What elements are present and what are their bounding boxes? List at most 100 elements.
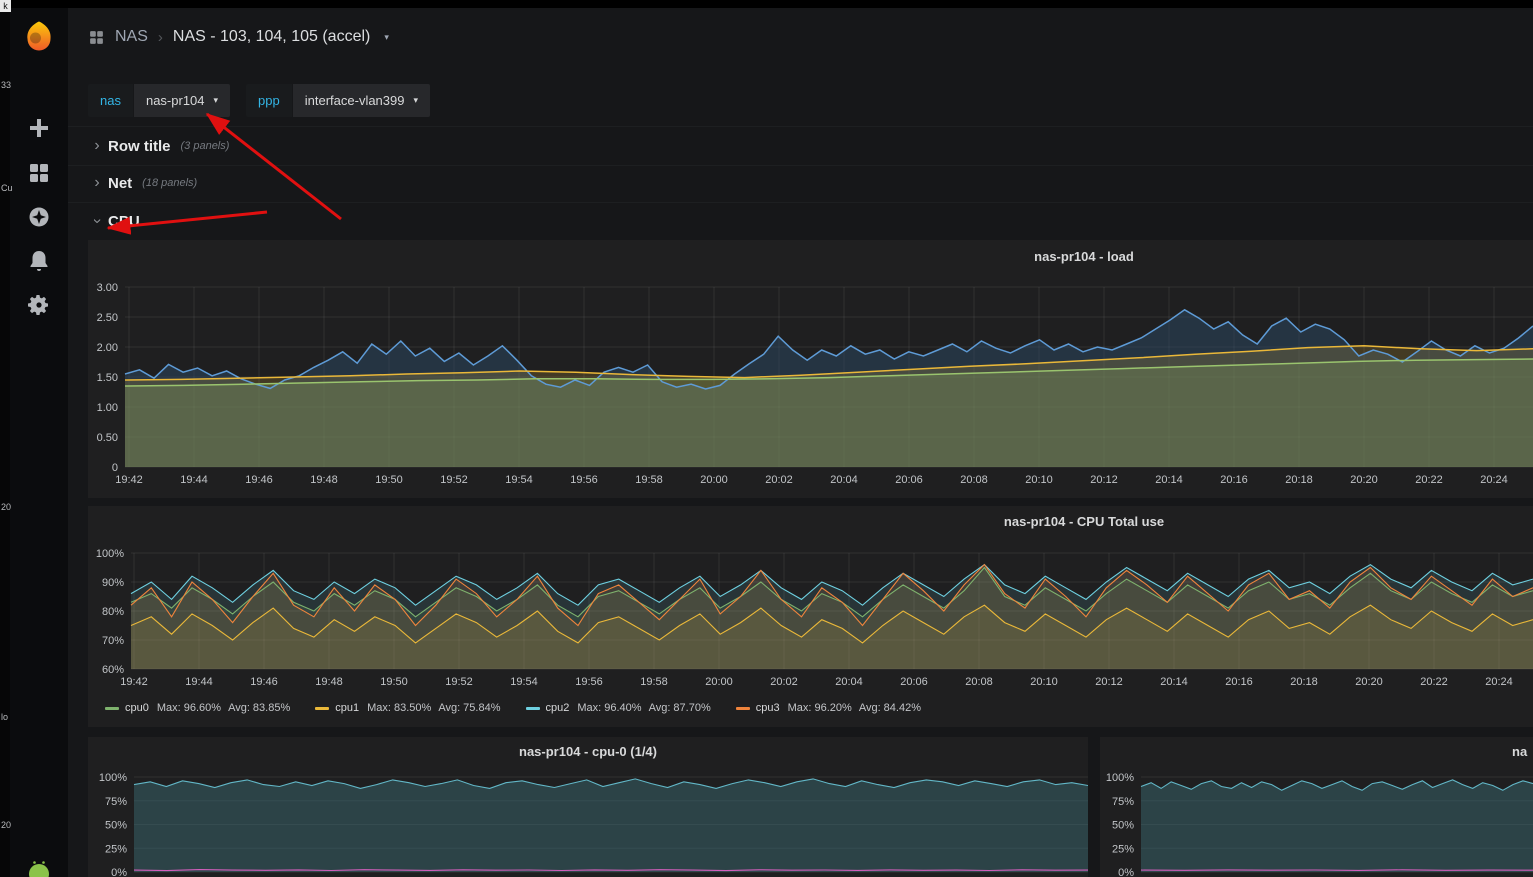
variable-value-text: nas-pr104 [145, 93, 205, 108]
help-smiley-icon[interactable] [27, 860, 51, 877]
svg-text:1.50: 1.50 [97, 372, 118, 384]
svg-text:20:04: 20:04 [835, 676, 863, 688]
panel-title[interactable]: nas-pr104 - cpu-0 (1/4) [519, 744, 657, 759]
variable-value-text: interface-vlan399 [304, 93, 405, 108]
load-chart[interactable]: 3.00 2.50 2.00 1.50 1.00 0.50 019:42 19:44 19:46… [88, 240, 1533, 498]
legend-max: Max: 96.20% [787, 702, 852, 714]
variable-label: nas [88, 84, 133, 117]
svg-text:19:42: 19:42 [115, 474, 143, 486]
svg-text:20:16: 20:16 [1220, 474, 1248, 486]
row-title: Net [108, 174, 133, 192]
svg-text:20:02: 20:02 [765, 474, 793, 486]
svg-text:25%: 25% [1112, 843, 1134, 855]
svg-text:20:22: 20:22 [1420, 676, 1448, 688]
breadcrumb-folder[interactable]: NAS [115, 28, 148, 46]
settings-gear-icon[interactable] [27, 293, 51, 317]
row-header-row-title[interactable]: › Row title (3 panels) [68, 126, 1533, 166]
grafana-logo[interactable] [23, 20, 55, 52]
svg-text:70%: 70% [102, 635, 124, 647]
legend-item[interactable]: cpu0 Max: 96.60% Avg: 83.85% [105, 702, 297, 714]
legend-color-dash [735, 706, 750, 710]
svg-text:19:58: 19:58 [640, 676, 668, 688]
svg-text:20:14: 20:14 [1155, 474, 1183, 486]
explore-star-icon[interactable] [27, 205, 51, 229]
svg-text:20:06: 20:06 [895, 474, 923, 486]
legend-series-name: cpu1 [335, 702, 360, 714]
svg-text:19:48: 19:48 [310, 474, 338, 486]
svg-text:19:54: 19:54 [505, 474, 533, 486]
chevron-down-icon: › [89, 218, 106, 224]
svg-text:20:12: 20:12 [1090, 474, 1118, 486]
row-header-net[interactable]: › Net (18 panels) [68, 164, 1533, 203]
legend-avg: Avg: 87.70% [648, 702, 711, 714]
row-panel-count: (18 panels) [142, 177, 198, 189]
edge-fragment: 20 [1, 502, 12, 512]
svg-text:20:20: 20:20 [1355, 676, 1383, 688]
svg-text:60%: 60% [102, 664, 124, 676]
edge-fragment: 33 [1, 80, 12, 90]
svg-text:20:06: 20:06 [900, 676, 928, 688]
panel-cpu-partial: na 100% 75% 50% 25% 0% [1100, 737, 1533, 877]
legend-max: Max: 83.50% [367, 702, 432, 714]
svg-text:20:24: 20:24 [1480, 474, 1508, 486]
svg-text:20:08: 20:08 [965, 676, 993, 688]
cpu1-chart[interactable]: 100% 75% 50% 25% 0% [1100, 737, 1533, 877]
dashboard-grid-icon[interactable] [88, 29, 105, 46]
svg-text:2.50: 2.50 [97, 312, 118, 324]
variable-value-dropdown[interactable]: nas-pr104 ▾ [133, 84, 231, 117]
legend-avg: Avg: 75.84% [438, 702, 501, 714]
legend-max: Max: 96.40% [577, 702, 642, 714]
grafana-dashboard: 33 Cu 20 lo 20 k NAS › NAS - 103, 104, 1… [0, 0, 1533, 877]
edge-fragment: Cu [1, 183, 13, 193]
legend-item[interactable]: cpu2 Max: 96.40% Avg: 87.70% [525, 702, 718, 714]
dashboard-title[interactable]: NAS - 103, 104, 105 (accel) [173, 28, 370, 46]
svg-text:100%: 100% [96, 548, 124, 560]
svg-text:19:46: 19:46 [250, 676, 278, 688]
caret-down-icon: ▾ [213, 95, 219, 105]
panel-cpu-total: nas-pr104 - CPU Total use 100% 90% 80% 70% 6… [88, 506, 1533, 727]
row-title: CPU [108, 212, 140, 230]
svg-text:50%: 50% [1112, 820, 1134, 832]
svg-text:0.50: 0.50 [97, 432, 118, 444]
svg-text:1.00: 1.00 [97, 402, 118, 414]
svg-text:19:50: 19:50 [380, 676, 408, 688]
svg-text:90%: 90% [102, 577, 124, 589]
variable-label: ppp [246, 84, 292, 117]
dashboards-grid-icon[interactable] [27, 161, 51, 185]
svg-text:80%: 80% [102, 606, 124, 618]
svg-text:75%: 75% [105, 796, 127, 808]
legend-item[interactable]: cpu3 Max: 96.20% Avg: 84.42% [735, 702, 928, 714]
panel-cpu0: nas-pr104 - cpu-0 (1/4) 100% 75% 50% 25% 0% [88, 737, 1088, 877]
edge-fragment: 20 [1, 820, 12, 830]
background-window-sliver: 33 Cu 20 lo 20 [0, 0, 13, 877]
svg-text:50%: 50% [105, 820, 127, 832]
row-header-cpu[interactable]: › CPU [68, 202, 1533, 240]
variable-row: nas nas-pr104 ▾ ppp interface-vlan399 ▾ [88, 84, 431, 117]
svg-text:19:44: 19:44 [180, 474, 208, 486]
panel-title[interactable]: na [1512, 744, 1527, 759]
svg-text:20:04: 20:04 [830, 474, 858, 486]
svg-text:20:08: 20:08 [960, 474, 988, 486]
chevron-right-icon: › [94, 174, 100, 191]
svg-text:0: 0 [112, 462, 118, 474]
svg-text:20:02: 20:02 [770, 676, 798, 688]
plus-icon[interactable] [27, 116, 51, 140]
edge-chip: k [0, 0, 11, 12]
legend-avg: Avg: 84.42% [858, 702, 921, 714]
legend-series-name: cpu0 [125, 702, 149, 714]
sidebar [10, 0, 68, 877]
svg-text:20:20: 20:20 [1350, 474, 1378, 486]
legend-item[interactable]: cpu1 Max: 83.50% Avg: 75.84% [315, 702, 507, 714]
chevron-right-icon: › [94, 137, 100, 154]
svg-text:19:58: 19:58 [635, 474, 663, 486]
panel-title[interactable]: nas-pr104 - load [1034, 249, 1134, 264]
variable-value-dropdown[interactable]: interface-vlan399 ▾ [292, 84, 431, 117]
svg-text:19:54: 19:54 [510, 676, 538, 688]
legend-series-name: cpu3 [755, 702, 780, 714]
svg-text:25%: 25% [105, 843, 127, 855]
alerting-bell-icon[interactable] [27, 249, 51, 273]
legend-series-name: cpu2 [545, 702, 570, 714]
cpu-total-chart[interactable]: 100% 90% 80% 70% 60%19:42 19:44 19:46 19:48 19:5… [88, 506, 1533, 727]
svg-text:20:14: 20:14 [1160, 676, 1188, 688]
panel-title[interactable]: nas-pr104 - CPU Total use [1004, 514, 1164, 529]
